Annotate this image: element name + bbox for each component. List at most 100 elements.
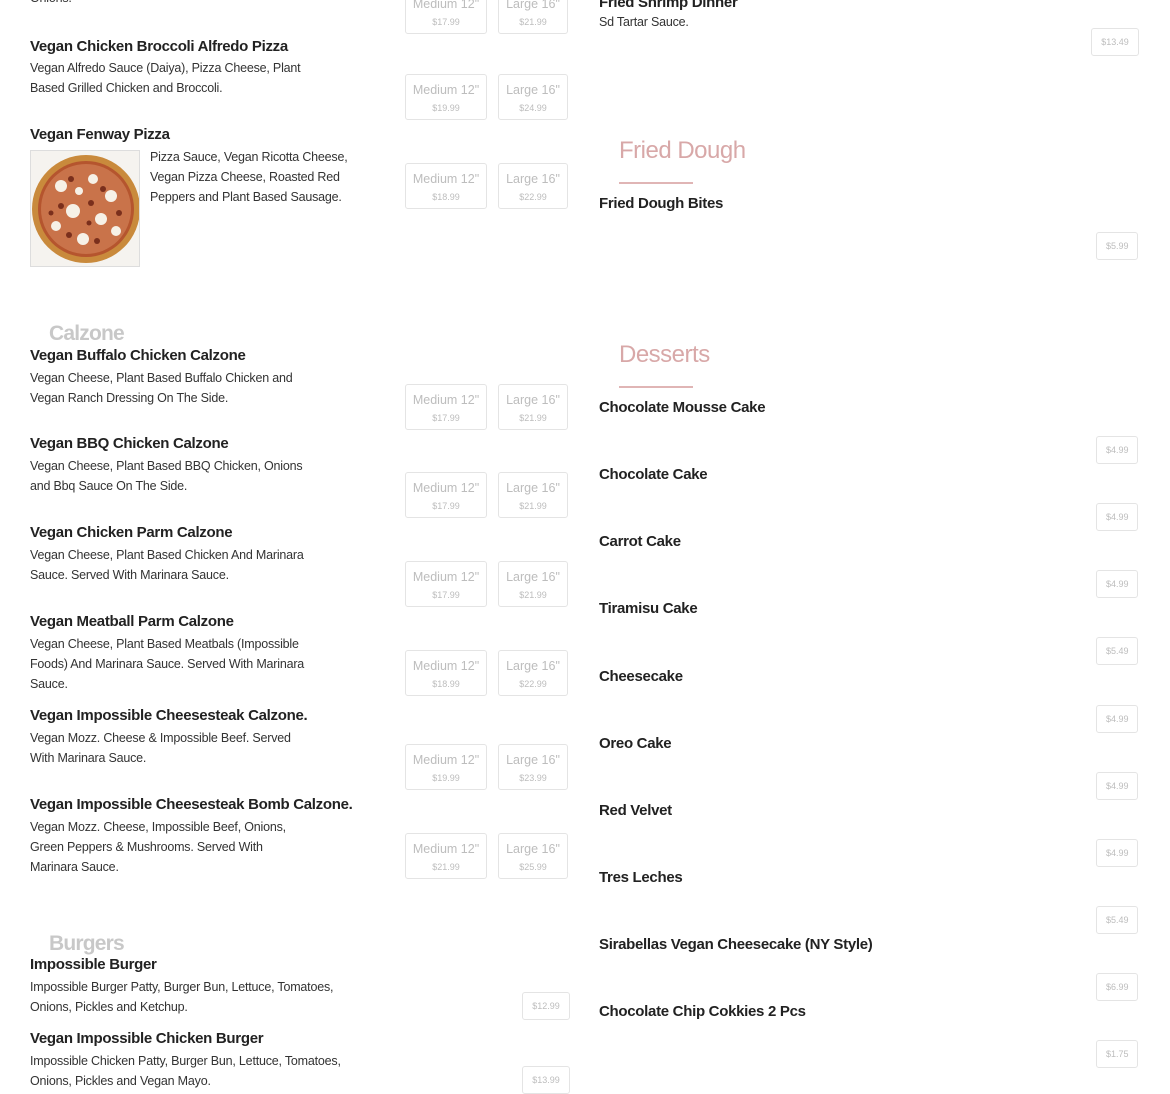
size-button-large[interactable]: Large 16" $23.99 <box>498 744 568 790</box>
heading-underline <box>619 386 693 388</box>
size-button-medium[interactable]: Medium 12" $18.99 <box>405 163 487 209</box>
menu-item-title[interactable]: Vegan Buffalo Chicken Calzone <box>30 347 246 364</box>
size-button-large[interactable]: Large 16" $22.99 <box>498 163 568 209</box>
desc-line: Sauce. Served With Marinara Sauce. <box>30 568 229 582</box>
size-button-large[interactable]: Large 16" $22.99 <box>498 650 568 696</box>
price-button[interactable]: $5.99 <box>1096 232 1138 260</box>
desc-line: Impossible Burger Patty, Burger Bun, Let… <box>30 980 334 994</box>
menu-item-title[interactable]: Oreo Cake <box>599 735 672 752</box>
size-button-medium[interactable]: Medium 12" $19.99 <box>405 74 487 120</box>
desc-line: Vegan Cheese, Plant Based Chicken And Ma… <box>30 548 304 562</box>
desc-line: Pizza Sauce, Vegan Ricotta Cheese, <box>150 150 348 164</box>
size-price: $21.99 <box>519 17 547 27</box>
desc-line: Based Grilled Chicken and Broccoli. <box>30 81 223 95</box>
menu-item-title[interactable]: Red Velvet <box>599 802 672 819</box>
size-price: $24.99 <box>519 103 547 113</box>
size-button-large[interactable]: Large 16" $21.99 <box>498 561 568 607</box>
size-label: Large 16" <box>506 753 560 767</box>
desc-line: Onions, Pickles and Vegan Mayo. <box>30 1074 211 1088</box>
menu-item-description: Pizza Sauce, Vegan Ricotta Cheese, Vegan… <box>150 147 360 207</box>
pizza-photo[interactable] <box>30 150 140 267</box>
price-button[interactable]: $6.99 <box>1096 973 1138 1001</box>
menu-item-title[interactable]: Vegan Fenway Pizza <box>30 126 170 143</box>
size-button-large[interactable]: Large 16" $25.99 <box>498 833 568 879</box>
menu-item-title[interactable]: Sirabellas Vegan Cheesecake (NY Style) <box>599 936 873 953</box>
menu-item-description: Sd Tartar Sauce. <box>599 15 689 29</box>
size-label: Medium 12" <box>412 570 480 584</box>
desc-line: Onions, Pickles and Ketchup. <box>30 1000 188 1014</box>
size-price: $21.99 <box>519 590 547 600</box>
price-button[interactable]: $4.99 <box>1096 436 1138 464</box>
menu-item-description: Vegan Cheese, Plant Based BBQ Chicken, O… <box>30 456 330 496</box>
price-button[interactable]: $4.99 <box>1096 570 1138 598</box>
menu-item-description: Vegan Mozz. Cheese, Impossible Beef, Oni… <box>30 817 330 877</box>
menu-item-title[interactable]: Vegan Chicken Parm Calzone <box>30 524 233 541</box>
size-label: Medium 12" <box>412 0 480 11</box>
size-label: Large 16" <box>506 659 560 673</box>
size-label: Large 16" <box>506 172 560 186</box>
menu-item-title[interactable]: Vegan Impossible Cheesesteak Calzone. <box>30 707 308 724</box>
size-button-medium[interactable]: Medium 12" $17.99 <box>405 0 487 34</box>
price-button[interactable]: $4.99 <box>1096 503 1138 531</box>
price-button[interactable]: $4.99 <box>1096 839 1138 867</box>
price-button[interactable]: $13.99 <box>522 1066 570 1094</box>
menu-item-title[interactable]: Fried Shrimp Dinner <box>599 0 738 11</box>
menu-item-title[interactable]: Cheesecake <box>599 668 683 685</box>
size-price: $17.99 <box>432 590 460 600</box>
size-button-large[interactable]: Large 16" $21.99 <box>498 472 568 518</box>
desc-line: Vegan Pizza Cheese, Roasted Red <box>150 170 340 184</box>
price-button[interactable]: $4.99 <box>1096 772 1138 800</box>
desc-line: Vegan Mozz. Cheese, Impossible Beef, Oni… <box>30 820 286 834</box>
size-button-medium[interactable]: Medium 12" $17.99 <box>405 384 487 430</box>
section-heading-desserts: Desserts <box>619 341 710 368</box>
price-button[interactable]: $4.99 <box>1096 705 1138 733</box>
desc-line: Sauce. <box>30 677 68 691</box>
size-label: Medium 12" <box>412 83 480 97</box>
size-button-medium[interactable]: Medium 12" $17.99 <box>405 472 487 518</box>
menu-item-title[interactable]: Chocolate Mousse Cake <box>599 399 766 416</box>
menu-item-title[interactable]: Vegan Chicken Broccoli Alfredo Pizza <box>30 38 288 55</box>
menu-item-title[interactable]: Tiramisu Cake <box>599 600 698 617</box>
desc-line: Vegan Mozz. Cheese & Impossible Beef. Se… <box>30 731 291 745</box>
desc-line: Vegan Alfredo Sauce (Daiya), Pizza Chees… <box>30 61 301 75</box>
size-price: $21.99 <box>519 413 547 423</box>
size-label: Large 16" <box>506 481 560 495</box>
size-button-medium[interactable]: Medium 12" $17.99 <box>405 561 487 607</box>
menu-item-title[interactable]: Vegan Meatball Parm Calzone <box>30 613 234 630</box>
desc-line: and Bbq Sauce On The Side. <box>30 479 188 493</box>
price-button[interactable]: $5.49 <box>1096 637 1138 665</box>
size-button-medium[interactable]: Medium 12" $19.99 <box>405 744 487 790</box>
size-button-medium[interactable]: Medium 12" $21.99 <box>405 833 487 879</box>
menu-item-description: Vegan Cheese, Plant Based Meatbals (Impo… <box>30 634 330 694</box>
size-button-medium[interactable]: Medium 12" $18.99 <box>405 650 487 696</box>
menu-item-title[interactable]: Carrot Cake <box>599 533 681 550</box>
price-button[interactable]: $12.99 <box>522 992 570 1020</box>
size-price: $18.99 <box>432 679 460 689</box>
menu-item-title[interactable]: Vegan Impossible Cheesesteak Bomb Calzon… <box>30 796 353 813</box>
size-label: Large 16" <box>506 83 560 97</box>
size-button-large[interactable]: Large 16" $21.99 <box>498 0 568 34</box>
menu-item-title[interactable]: Chocolate Cake <box>599 466 708 483</box>
size-price: $19.99 <box>432 773 460 783</box>
size-price: $21.99 <box>432 862 460 872</box>
menu-item-title[interactable]: Impossible Burger <box>30 956 157 973</box>
menu-item-title[interactable]: Fried Dough Bites <box>599 195 723 212</box>
size-price: $17.99 <box>432 501 460 511</box>
section-heading-burgers: Burgers <box>49 932 125 955</box>
desc-line: Vegan Cheese, Plant Based Meatbals (Impo… <box>30 637 299 651</box>
menu-item-title[interactable]: Vegan Impossible Chicken Burger <box>30 1030 264 1047</box>
menu-item-title[interactable]: Chocolate Chip Cokkies 2 Pcs <box>599 1003 806 1020</box>
size-button-large[interactable]: Large 16" $21.99 <box>498 384 568 430</box>
desc-line: With Marinara Sauce. <box>30 751 147 765</box>
menu-item-description: Vegan Alfredo Sauce (Daiya), Pizza Chees… <box>30 58 330 98</box>
menu-item-title[interactable]: Vegan BBQ Chicken Calzone <box>30 435 229 452</box>
size-button-large[interactable]: Large 16" $24.99 <box>498 74 568 120</box>
price-button[interactable]: $13.49 <box>1091 28 1139 56</box>
price-button[interactable]: $1.75 <box>1096 1040 1138 1068</box>
size-price: $23.99 <box>519 773 547 783</box>
size-label: Medium 12" <box>412 393 480 407</box>
price-button[interactable]: $5.49 <box>1096 906 1138 934</box>
menu-item-title[interactable]: Tres Leches <box>599 869 683 886</box>
desc-line: Impossible Chicken Patty, Burger Bun, Le… <box>30 1054 341 1068</box>
size-price: $17.99 <box>432 17 460 27</box>
